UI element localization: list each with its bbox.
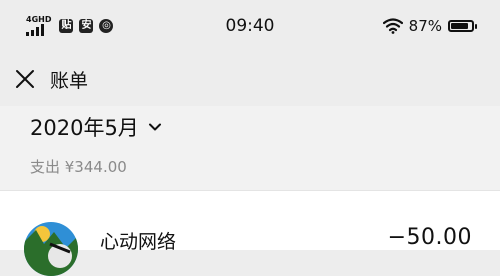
merchant-logo-icon [24,222,78,276]
page-title: 账单 [50,69,89,92]
month-summary: 2020年5月 支出 ¥344.00 [0,106,500,190]
status-time: 09:40 [225,16,275,36]
month-selector[interactable]: 2020年5月 [30,112,163,142]
tie-app-icon: 贴 [59,19,74,33]
status-left: 4GHD 贴 安 ◎ [26,16,114,36]
circle-app-icon: ◎ [99,19,114,33]
network-type: 4G [26,15,39,24]
merchant-avatar [24,222,78,276]
wifi-icon [382,18,403,34]
chevron-down-icon [148,123,161,131]
bill-list-item[interactable]: 心动网络 −50.00 [0,190,500,276]
signal-bars-icon [26,24,44,36]
bill-amount: −50.00 [387,225,472,250]
battery-percent: 87% [408,17,442,35]
month-label: 2020年5月 [30,116,139,140]
network-hd: HD [38,15,52,24]
battery-level [451,23,469,29]
status-right: 87% [382,17,477,35]
battery-icon [448,20,477,32]
expense-total: 支出 ¥344.00 [30,158,127,176]
android-app-icon: 安 [79,19,94,33]
close-icon[interactable] [14,68,36,90]
status-bar: 4GHD 贴 安 ◎ 09:40 87% [0,0,500,52]
nav-bar: 账单 [0,52,500,106]
network-indicator: 4GHD [26,16,51,36]
